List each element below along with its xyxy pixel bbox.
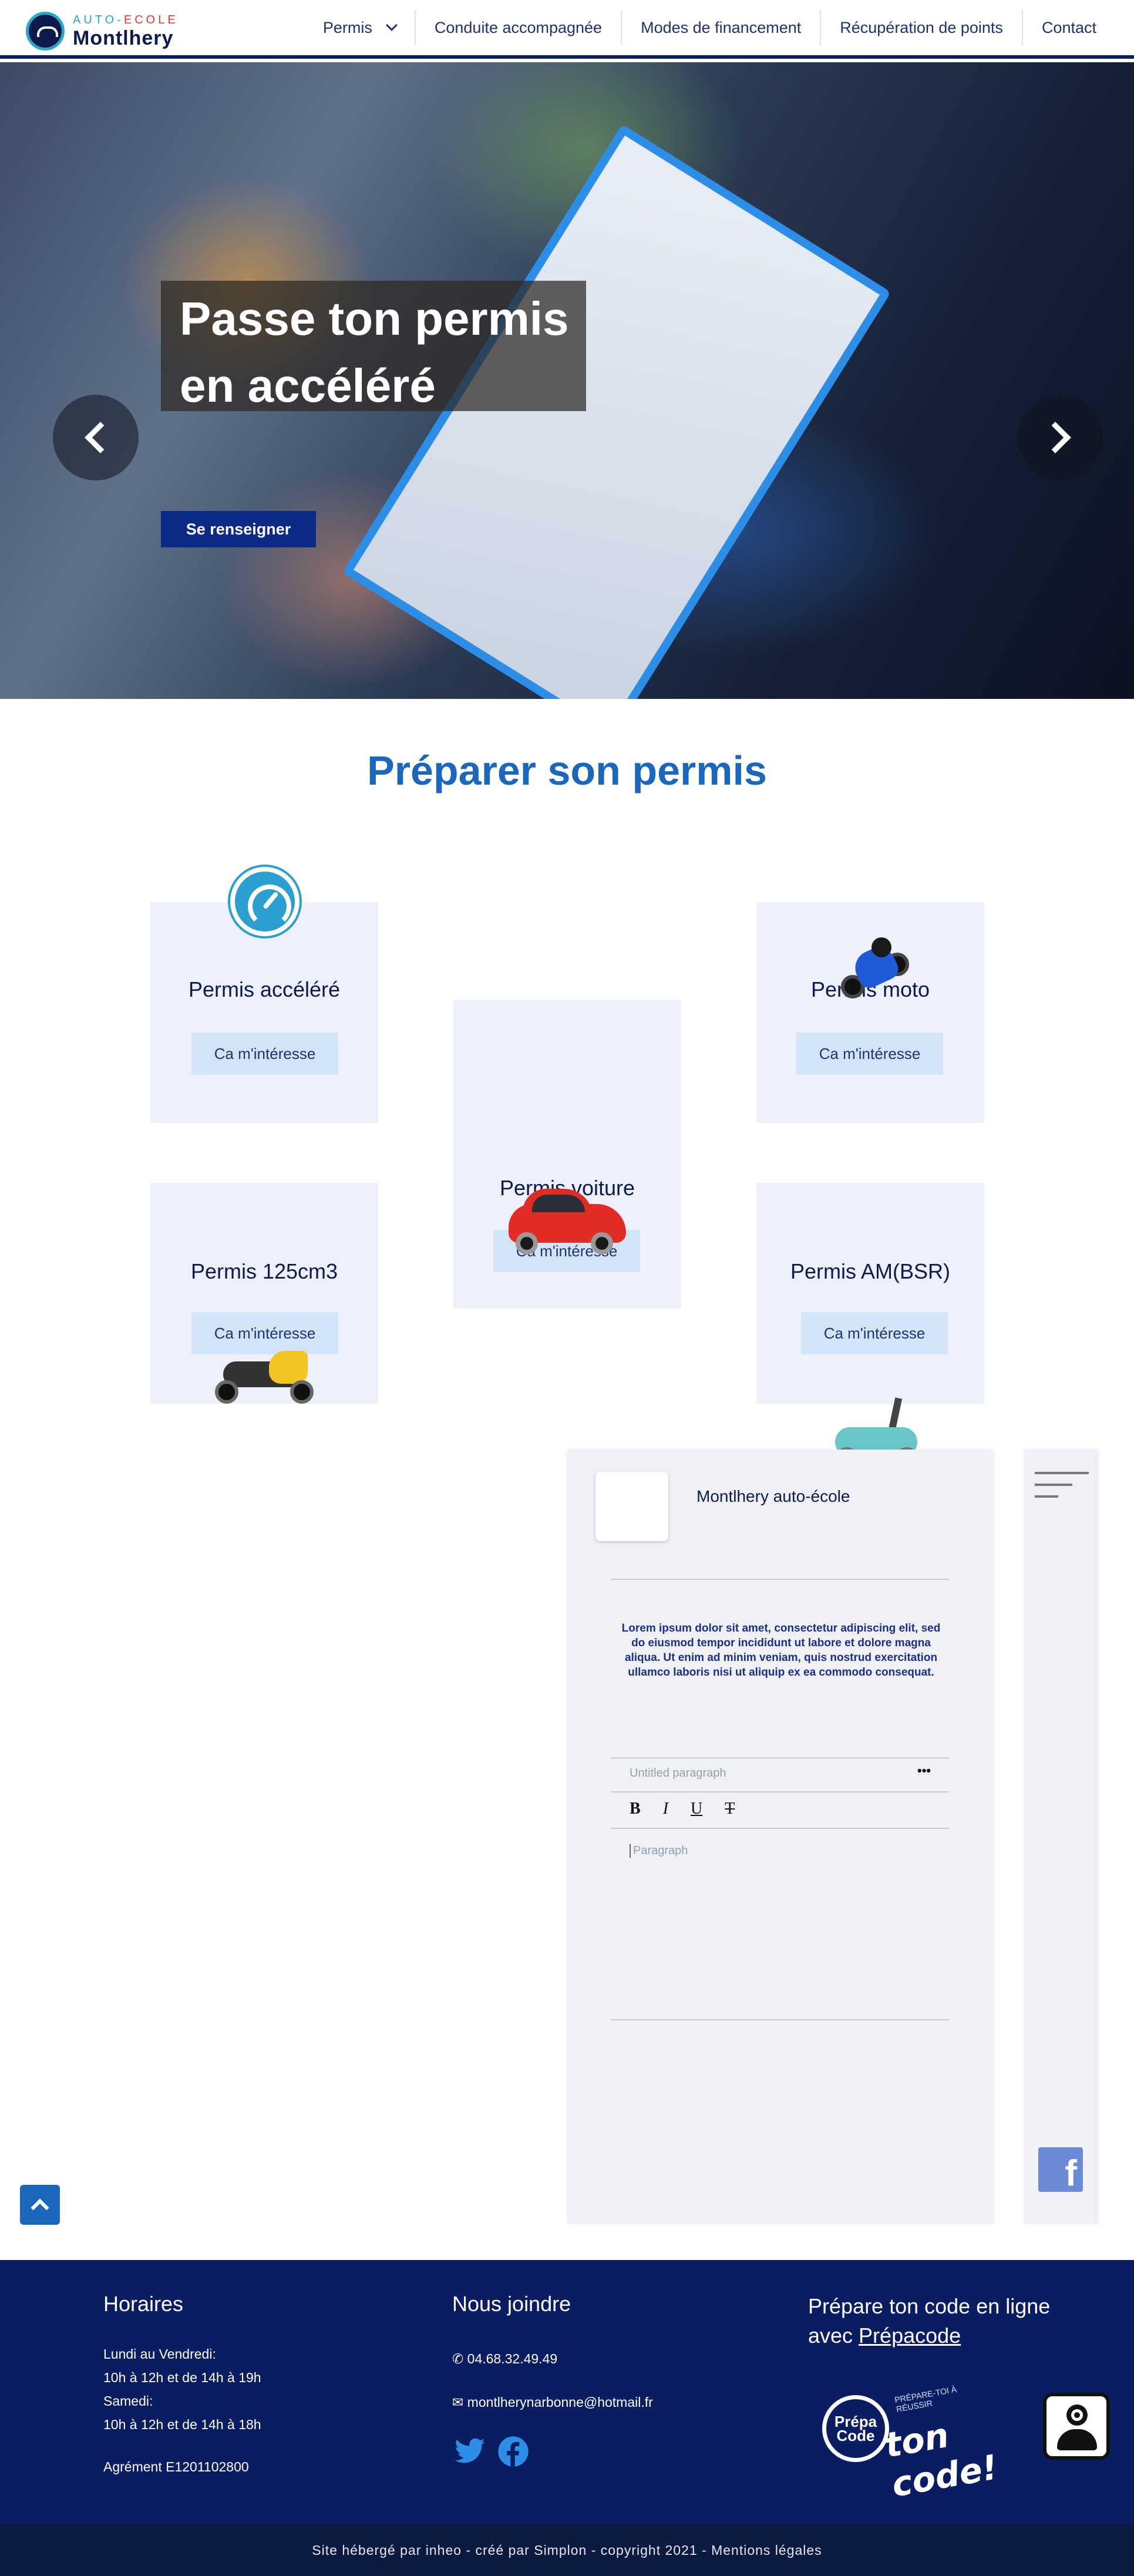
card-title: Permis accéléré (188, 977, 341, 1001)
facebook-page-embed: Montlhery auto-école Lorem ipsum dolor s… (567, 1450, 994, 2224)
card-interest-button[interactable]: Ca m'intéresse (796, 1033, 943, 1075)
site-header: AUTO-ECOLE Montlhery Permis Conduite acc… (0, 0, 1134, 59)
phone-number: 04.68.32.49.49 (467, 2351, 558, 2366)
nav-item-label: Conduite accompagnée (434, 18, 603, 36)
post-text: Lorem ipsum dolor sit amet, consectetur … (621, 1622, 941, 1679)
chevron-left-icon (85, 422, 116, 453)
divider (611, 2019, 949, 2020)
nav-item-contact[interactable]: Contact (1023, 10, 1096, 45)
chevron-right-icon (1039, 422, 1071, 453)
hero-title-line2: en accéléré (180, 359, 436, 412)
italic-button[interactable]: I (663, 1800, 668, 1818)
scooter-icon (213, 1346, 316, 1405)
logo-name: Montlhery (73, 27, 174, 49)
divider (611, 1828, 949, 1829)
twitter-icon[interactable] (453, 2435, 486, 2468)
card-interest-button[interactable]: Ca m'intéresse (801, 1312, 948, 1354)
more-options-icon[interactable]: ••• (917, 1763, 931, 1778)
site-footer: Horaires Lundi au Vendredi: 10h à 12h et… (0, 2260, 1134, 2524)
divider (611, 1757, 949, 1758)
weekdays-hours: 10h à 12h et de 14h à 19h (103, 2370, 261, 2385)
prepacode-logo[interactable]: Prépa Code PRÉPARE-TOI À RÉUSSIR ton cod… (822, 2385, 1001, 2505)
chevron-down-icon (385, 19, 398, 31)
bold-button[interactable]: B (630, 1800, 641, 1818)
nav-item-modes-financement[interactable]: Modes de financement (622, 10, 822, 45)
site-logo[interactable]: AUTO-ECOLE Montlhery (26, 11, 179, 52)
hero-slider: Passe ton permis en accéléré Se renseign… (0, 62, 1134, 699)
divider (611, 1579, 949, 1580)
nav-item-label: Modes de financement (641, 18, 802, 36)
hero-info-button[interactable]: Se renseigner (161, 511, 316, 547)
email-address: montlherynarbonne@hotmail.fr (467, 2395, 653, 2410)
footer-credits[interactable]: Site hébergé par inheo - créé par Simplo… (0, 2524, 1134, 2576)
hero-title-line1: Passe ton permis (180, 292, 569, 345)
prepacode-tagline: PRÉPARE-TOI À RÉUSSIR (894, 2384, 958, 2414)
main-nav: Permis Conduite accompagnée Modes de fin… (304, 0, 1096, 55)
hero-title: Passe ton permis en accéléré (180, 285, 585, 419)
page-name[interactable]: Montlhery auto-école (696, 1487, 850, 1506)
nav-item-label: Contact (1041, 18, 1096, 36)
section-title: Préparer son permis (367, 748, 767, 793)
card-title: Permis 125cm3 (190, 1259, 338, 1283)
car-icon (509, 1189, 626, 1255)
side-panel: f (1024, 1450, 1098, 2224)
accessibility-settings-button[interactable] (1043, 2393, 1110, 2460)
facebook-icon[interactable] (497, 2435, 530, 2468)
code-title-prefix: avec (808, 2323, 859, 2348)
strikethrough-button[interactable]: T (725, 1800, 735, 1818)
prepacode-link[interactable]: Prépacode (859, 2323, 961, 2348)
chevron-up-icon (31, 2198, 49, 2217)
phone-icon: ✆ (452, 2351, 467, 2366)
logo-top-ecole: ECOLE (123, 14, 179, 26)
facebook-icon[interactable]: f (1038, 2147, 1083, 2192)
nav-item-permis[interactable]: Permis (304, 10, 416, 45)
card-permis-am-bsr: Permis AM(BSR) Ca m'intéresse (756, 1183, 984, 1404)
card-permis-moto: Permis moto Ca m'intéresse (756, 902, 984, 1123)
footer-contact-title: Nous joindre (452, 2292, 571, 2316)
agrement-number: Agrément E1201102800 (103, 2459, 249, 2474)
format-toolbar: B I U T (630, 1800, 735, 1818)
page-avatar[interactable] (595, 1472, 668, 1541)
paragraph-editor[interactable]: Paragraph (630, 1844, 688, 1858)
saturday-label: Samedi: (103, 2393, 153, 2409)
nav-item-conduite-accompagnee[interactable]: Conduite accompagnée (416, 10, 622, 45)
logo-top-auto: AUTO- (73, 14, 124, 26)
email-link[interactable]: ✉ montlherynarbonne@hotmail.fr (452, 2390, 653, 2414)
code-title-line1: Prépare ton code en ligne (808, 2294, 1051, 2318)
weekdays-label: Lundi au Vendredi: (103, 2346, 216, 2362)
editor-block-title[interactable]: Untitled paragraph (630, 1767, 726, 1780)
gear-icon (1071, 2409, 1083, 2421)
motorcycle-icon (840, 936, 910, 1001)
prepacode-badge: Prépa Code (822, 2395, 889, 2462)
card-permis-voiture: Permis voiture Ca m'intéresse (453, 1000, 681, 1309)
nav-item-label: Permis (322, 18, 372, 36)
footer-hours-title: Horaires (103, 2292, 184, 2316)
mail-icon: ✉ (452, 2395, 467, 2410)
nav-item-recuperation-points[interactable]: Récupération de points (821, 10, 1023, 45)
prepacode-slogan: ton code! (881, 2414, 1001, 2505)
card-interest-button[interactable]: Ca m'intéresse (191, 1033, 338, 1075)
phone-link[interactable]: ✆ 04.68.32.49.49 (452, 2347, 557, 2370)
underline-button[interactable]: U (691, 1800, 702, 1818)
nav-item-label: Récupération de points (840, 18, 1003, 36)
steering-wheel-icon (26, 12, 65, 51)
scroll-to-top-button[interactable] (20, 2185, 60, 2225)
footer-hours: Lundi au Vendredi: 10h à 12h et de 14h à… (103, 2342, 261, 2436)
footer-code-title: Prépare ton code en ligne avec Prépacode (808, 2292, 1050, 2350)
logo-text: AUTO-ECOLE Montlhery (73, 14, 179, 48)
divider (611, 1791, 949, 1793)
speedometer-icon (230, 867, 300, 936)
menu-icon[interactable] (1035, 1472, 1089, 1499)
slider-next-button[interactable] (1017, 395, 1103, 480)
saturday-hours: 10h à 12h et de 14h à 18h (103, 2417, 261, 2432)
card-title: Permis AM(BSR) (790, 1259, 951, 1283)
slider-prev-button[interactable] (53, 395, 139, 480)
